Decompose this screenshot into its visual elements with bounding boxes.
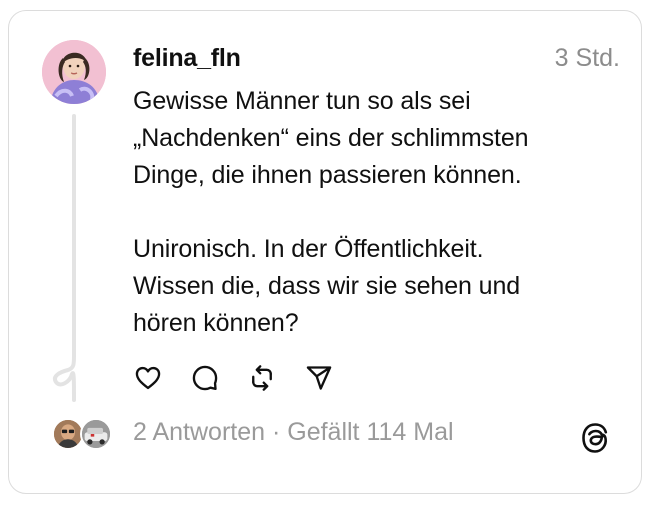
threads-logo-icon[interactable]: [580, 421, 610, 455]
post-line: Gewisse Männer tun so als sei: [133, 87, 471, 115]
post-body: Gewisse Männer tun so als sei „Nachdenke…: [133, 83, 603, 342]
send-icon: [306, 366, 331, 390]
thread-line: [72, 114, 76, 358]
heart-icon: [135, 366, 160, 390]
post-line: Unironisch. In der Öffentlichkeit.: [133, 235, 484, 263]
reply-avatar: [80, 418, 112, 450]
post-line: „Nachdenken“ eins der schlimmsten: [133, 124, 529, 152]
reply-avatars[interactable]: [52, 418, 118, 450]
post-line: Dinge, die ihnen passieren können.: [133, 161, 522, 189]
likes-count-link[interactable]: Gefällt 114 Mal: [287, 418, 453, 446]
username[interactable]: felina_fln: [133, 44, 241, 73]
comment-icon: [192, 365, 217, 391]
post-stats: 2 Antworten · Gefällt 114 Mal: [133, 418, 454, 447]
post-timestamp: 3 Std.: [554, 44, 620, 72]
post-line: hören können?: [133, 309, 299, 337]
replies-count-link[interactable]: 2 Antworten: [133, 418, 265, 446]
post-line: Wissen die, dass wir sie sehen und: [133, 272, 521, 300]
share-button[interactable]: [304, 364, 333, 392]
stats-separator: ·: [265, 418, 288, 446]
avatar-image: [42, 40, 106, 104]
repost-icon: [251, 365, 272, 391]
repost-button[interactable]: [247, 364, 276, 392]
comment-button[interactable]: [190, 364, 219, 392]
thread-loop-icon: [53, 354, 76, 402]
like-button[interactable]: [133, 364, 162, 392]
profile-avatar[interactable]: [42, 40, 106, 104]
post-actions: [133, 364, 361, 392]
